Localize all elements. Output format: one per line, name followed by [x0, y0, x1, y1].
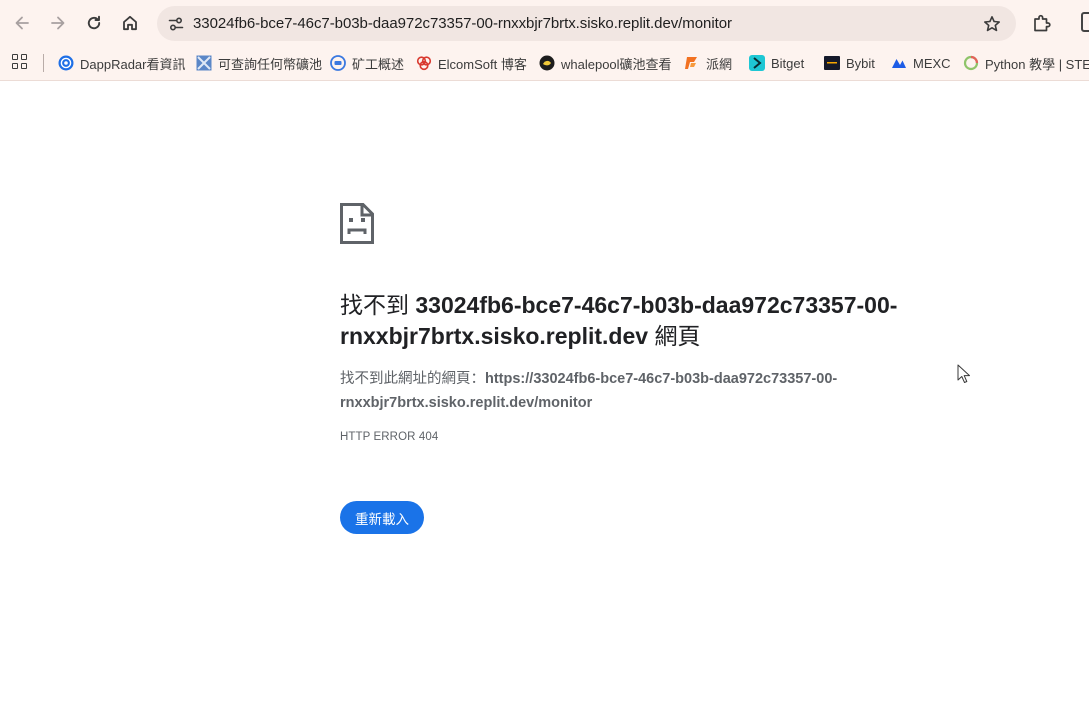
forward-button[interactable] [43, 8, 73, 38]
bookmark-item[interactable]: Bitget [749, 52, 804, 74]
bookmark-item[interactable]: 矿工概述 [330, 52, 404, 74]
bookmark-label: 矿工概述 [352, 56, 405, 72]
reload-page-button[interactable]: 重新載入 [340, 501, 424, 534]
mouse-cursor-icon [957, 364, 971, 384]
error-description: 找不到此網址的網頁：https://33024fb6-bce7-46c7-b03… [340, 367, 940, 415]
bookmark-star-button[interactable] [980, 12, 1004, 36]
bookmark-item[interactable]: Python 教學 | STEAM [963, 52, 1089, 74]
bookmark-label: 派網 [706, 56, 733, 72]
bookmark-item[interactable]: ElcomSoft 博客 [416, 52, 527, 74]
error-title-host: 33024fb6-bce7-46c7-b03b-daa972c73357-00-… [340, 292, 898, 349]
reload-icon [87, 15, 101, 30]
bookmark-label: 可查詢任何幣礦池 [218, 56, 323, 72]
bookmark-label: MEXC [913, 55, 951, 71]
bitget-icon [749, 55, 765, 71]
bookmark-item[interactable]: 可查詢任何幣礦池 [196, 52, 322, 74]
home-button[interactable] [115, 8, 145, 38]
apps-grid-icon[interactable] [12, 54, 28, 70]
url-text[interactable]: 33024fb6-bce7-46c7-b03b-daa972c73357-00-… [193, 14, 732, 33]
arrow-right-icon [51, 16, 65, 30]
mexc-icon [891, 55, 907, 71]
home-icon [123, 15, 137, 31]
sad-page-icon [340, 203, 374, 244]
tune-icon [168, 17, 184, 31]
reload-button[interactable] [79, 8, 109, 38]
bookmark-item[interactable]: DappRadar看資訊 [58, 52, 186, 74]
arrow-left-icon [15, 16, 29, 30]
dappradar-icon [58, 55, 74, 71]
bybit-icon [824, 55, 840, 71]
bookmark-item[interactable]: 派網 [684, 52, 732, 74]
bookmark-label: DappRadar看資訊 [80, 56, 186, 72]
error-title: 找不到 33024fb6-bce7-46c7-b03b-daa972c73357… [340, 290, 980, 352]
site-info-button[interactable] [163, 11, 189, 37]
bookmark-label: whalepool礦池查看 [561, 56, 672, 72]
back-button[interactable] [7, 8, 37, 38]
error-title-suffix: 網頁 [648, 323, 701, 349]
star-icon [984, 16, 1000, 32]
bookmark-label: ElcomSoft 博客 [438, 56, 527, 72]
bookmark-item[interactable]: Bybit [824, 52, 875, 74]
bookmark-label: Python 教學 | STEAM [985, 56, 1089, 72]
side-panel-icon[interactable] [1081, 12, 1089, 32]
error-title-prefix: 找不到 [340, 292, 416, 318]
pionex-icon [684, 55, 700, 71]
error-description-prefix: 找不到此網址的網頁： [340, 371, 485, 387]
bookmark-label: Bybit [846, 55, 875, 71]
elcomsoft-icon [416, 55, 432, 71]
miner-overview-icon [330, 55, 346, 71]
error-code: HTTP ERROR 404 [340, 431, 439, 443]
whalepool-icon [539, 55, 555, 71]
bookmark-label: Bitget [771, 55, 805, 71]
mining-pool-icon [196, 55, 212, 71]
bookmark-item[interactable]: MEXC [891, 52, 951, 74]
puzzle-icon [1034, 14, 1051, 32]
extensions-button[interactable] [1029, 10, 1055, 36]
address-bar[interactable]: 33024fb6-bce7-46c7-b03b-daa972c73357-00-… [157, 6, 1016, 41]
python-icon [963, 55, 979, 71]
bookmark-item[interactable]: whalepool礦池查看 [539, 52, 672, 74]
browser-toolbar: 33024fb6-bce7-46c7-b03b-daa972c73357-00-… [0, 0, 1089, 45]
bookmarks-separator [43, 54, 44, 72]
bookmarks-bar: DappRadar看資訊 可查詢任何幣礦池 矿工概述 ElcomSoft 博客 … [0, 45, 1089, 81]
